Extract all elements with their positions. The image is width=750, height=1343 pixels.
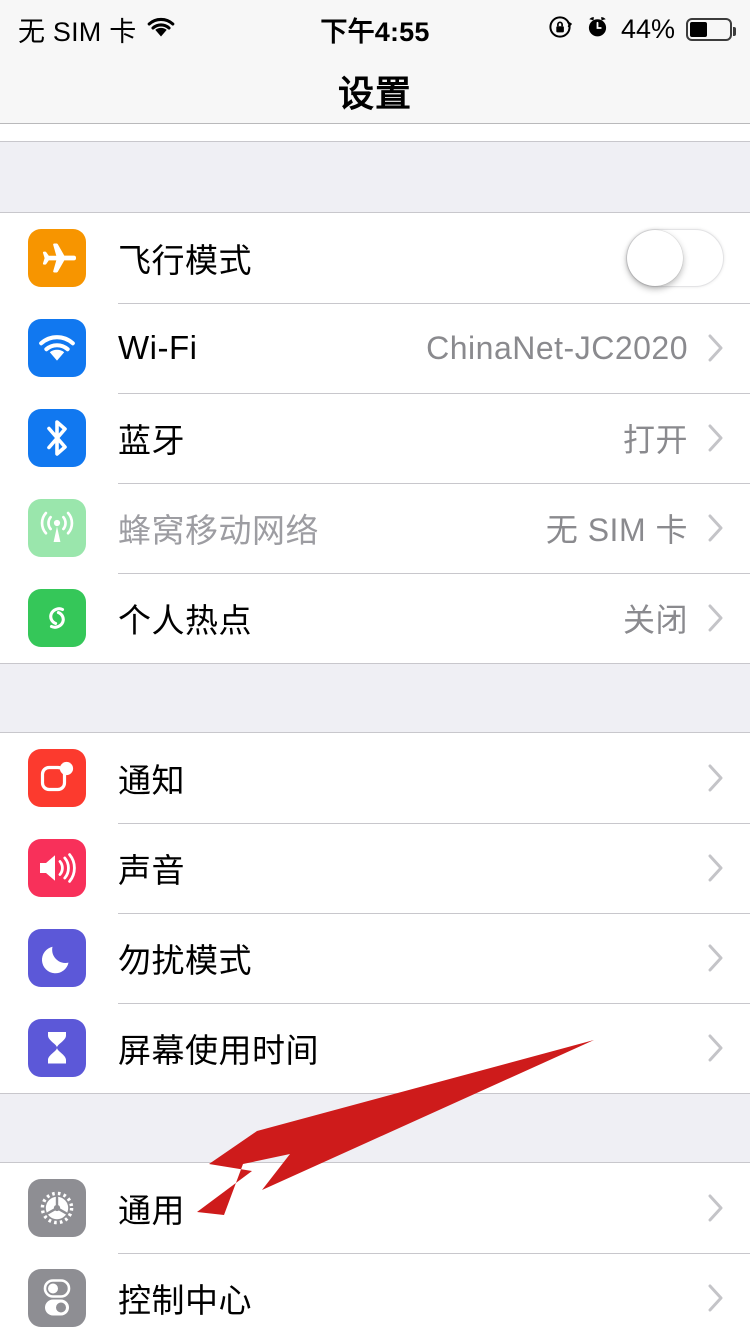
chevron-right-icon [708, 424, 724, 452]
hotspot-icon [28, 589, 86, 647]
cellular-icon [28, 499, 86, 557]
settings-row-蜂窝移动网络[interactable]: 蜂窝移动网络 无 SIM 卡 [0, 483, 750, 573]
chevron-right-icon [708, 604, 724, 632]
settings-row-勿扰模式[interactable]: 勿扰模式 [0, 913, 750, 1003]
settings-list[interactable]: 飞行模式 Wi-Fi ChinaNet-JC2020 蓝牙 打开 蜂窝移动网络 无 SI… [0, 124, 750, 1343]
wifi-icon [28, 319, 86, 377]
settings-row-飞行模式[interactable]: 飞行模式 [0, 213, 750, 303]
navigation-bar: 设置 [0, 58, 750, 124]
chevron-right-icon [708, 854, 724, 882]
row-label: 蓝牙 [118, 422, 185, 459]
settings-row-控制中心[interactable]: 控制中心 [0, 1253, 750, 1343]
row-label: 勿扰模式 [118, 942, 252, 979]
row-label: 屏幕使用时间 [118, 1032, 319, 1069]
status-bar-left: 无 SIM 卡 [18, 10, 375, 49]
chevron-right-icon [708, 1284, 724, 1312]
settings-row-声音[interactable]: 声音 [0, 823, 750, 913]
row-value: 打开 [622, 422, 688, 458]
chevron-right-icon [708, 944, 724, 972]
top-white-strip [0, 124, 750, 141]
gear-icon [28, 1179, 86, 1237]
rotation-lock-icon [548, 14, 574, 45]
battery-percent-label: 44% [620, 13, 675, 44]
moon-icon [28, 929, 86, 987]
battery-icon [686, 17, 736, 41]
sounds-icon [28, 839, 86, 897]
row-label: 声音 [118, 852, 185, 889]
chevron-right-icon [708, 334, 724, 362]
row-label: 个人热点 [118, 602, 252, 639]
row-label: Wi-Fi [118, 329, 198, 366]
airplane-icon [28, 229, 86, 287]
hourglass-icon [28, 1019, 86, 1077]
airplane-mode-toggle[interactable] [626, 229, 724, 287]
page-title: 设置 [337, 72, 412, 114]
settings-groups: 飞行模式 Wi-Fi ChinaNet-JC2020 蓝牙 打开 蜂窝移动网络 无 SI… [0, 213, 750, 1343]
chevron-right-icon [708, 1194, 724, 1222]
chevron-right-icon [708, 1034, 724, 1062]
settings-row-蓝牙[interactable]: 蓝牙 打开 [0, 393, 750, 483]
settings-row-屏幕使用时间[interactable]: 屏幕使用时间 [0, 1003, 750, 1093]
carrier-label: 无 SIM 卡 [18, 16, 137, 47]
settings-row-个人热点[interactable]: 个人热点 关闭 [0, 573, 750, 663]
status-bar-right: 44% [375, 13, 736, 45]
settings-row-通用[interactable]: 通用 [0, 1163, 750, 1253]
status-bar: 无 SIM 卡 下午4:55 44% [0, 0, 750, 58]
row-label: 控制中心 [118, 1282, 252, 1319]
bluetooth-icon [28, 409, 86, 467]
settings-row-Wi-Fi[interactable]: Wi-Fi ChinaNet-JC2020 [0, 303, 750, 393]
row-label: 通知 [118, 762, 185, 799]
row-label: 通用 [118, 1192, 185, 1229]
row-value: 无 SIM 卡 [545, 512, 688, 548]
chevron-right-icon [708, 764, 724, 792]
settings-row-通知[interactable]: 通知 [0, 733, 750, 823]
settings-group: 飞行模式 Wi-Fi ChinaNet-JC2020 蓝牙 打开 蜂窝移动网络 无 SI… [0, 213, 750, 663]
alarm-clock-icon [585, 14, 610, 44]
toggle-knob [627, 230, 683, 286]
section-gap [0, 1093, 750, 1163]
row-label: 蜂窝移动网络 [118, 512, 319, 549]
notifications-icon [28, 749, 86, 807]
settings-group: 通用 控制中心 [0, 1163, 750, 1343]
control-center-icon [28, 1269, 86, 1327]
wifi-icon [146, 16, 176, 43]
section-gap-top [0, 141, 750, 213]
row-value: ChinaNet-JC2020 [426, 329, 688, 366]
settings-group: 通知 声音勿扰模式屏幕使用时间 [0, 733, 750, 1093]
section-gap [0, 663, 750, 733]
chevron-right-icon [708, 514, 724, 542]
row-value: 关闭 [622, 602, 688, 638]
row-label: 飞行模式 [118, 242, 252, 279]
